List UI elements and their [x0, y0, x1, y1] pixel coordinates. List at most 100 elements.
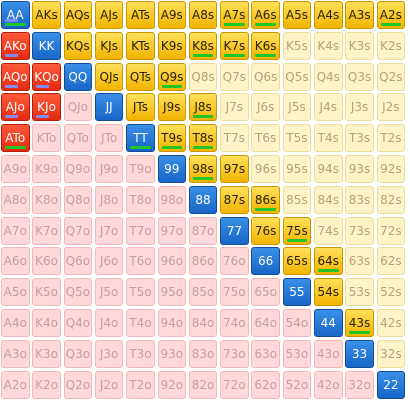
hand-cell-K9s[interactable]: K9s	[157, 31, 186, 60]
hand-cell-K8s[interactable]: K8s	[188, 31, 218, 60]
hand-cell-A3o[interactable]: A3o	[1, 339, 30, 368]
hand-cell-J5o[interactable]: J5o	[94, 278, 124, 307]
hand-cell-96o[interactable]: 96o	[157, 247, 186, 276]
hand-cell-KJo[interactable]: KJo	[32, 93, 61, 122]
hand-cell-JJ[interactable]: JJ	[94, 93, 124, 122]
hand-cell-88[interactable]: 88	[188, 185, 218, 214]
hand-cell-95o[interactable]: 95o	[157, 278, 186, 307]
hand-cell-Q6o[interactable]: Q6o	[63, 247, 93, 276]
hand-cell-K5s[interactable]: K5s	[282, 31, 312, 60]
hand-cell-42s[interactable]: 42s	[376, 309, 406, 337]
hand-cell-92o[interactable]: 92o	[157, 370, 186, 399]
hand-cell-T6o[interactable]: T6o	[126, 247, 155, 276]
hand-cell-J3s[interactable]: J3s	[345, 93, 374, 122]
hand-cell-62o[interactable]: 62o	[251, 370, 280, 399]
hand-cell-43o[interactable]: 43o	[314, 339, 343, 368]
hand-cell-Q2s[interactable]: Q2s	[376, 62, 406, 91]
hand-cell-T2s[interactable]: T2s	[376, 124, 406, 153]
hand-cell-62s[interactable]: 62s	[376, 247, 406, 276]
hand-cell-T8o[interactable]: T8o	[126, 185, 155, 214]
hand-cell-T4o[interactable]: T4o	[126, 309, 155, 337]
hand-cell-Q9s[interactable]: Q9s	[157, 62, 186, 91]
hand-cell-KJs[interactable]: KJs	[94, 31, 124, 60]
hand-cell-82o[interactable]: 82o	[188, 370, 218, 399]
hand-cell-J6s[interactable]: J6s	[251, 93, 280, 122]
hand-cell-72s[interactable]: 72s	[376, 216, 406, 245]
hand-cell-J6o[interactable]: J6o	[94, 247, 124, 276]
hand-cell-76o[interactable]: 76o	[220, 247, 249, 276]
hand-cell-A9s[interactable]: A9s	[157, 1, 186, 29]
hand-cell-95s[interactable]: 95s	[282, 155, 312, 183]
hand-cell-74s[interactable]: 74s	[314, 216, 343, 245]
hand-cell-A6o[interactable]: A6o	[1, 247, 30, 276]
hand-cell-AKo[interactable]: AKo	[1, 31, 30, 60]
hand-cell-Q8o[interactable]: Q8o	[63, 185, 93, 214]
hand-cell-65o[interactable]: 65o	[251, 278, 280, 307]
hand-cell-Q8s[interactable]: Q8s	[188, 62, 218, 91]
hand-cell-J9s[interactable]: J9s	[157, 93, 186, 122]
hand-cell-87o[interactable]: 87o	[188, 216, 218, 245]
hand-cell-QTs[interactable]: QTs	[126, 62, 155, 91]
hand-cell-33[interactable]: 33	[345, 339, 374, 368]
hand-cell-84o[interactable]: 84o	[188, 309, 218, 337]
hand-cell-QQ[interactable]: QQ	[63, 62, 93, 91]
hand-cell-KK[interactable]: KK	[32, 31, 61, 60]
hand-cell-Q5s[interactable]: Q5s	[282, 62, 312, 91]
hand-cell-86s[interactable]: 86s	[251, 185, 280, 214]
hand-cell-J8s[interactable]: J8s	[188, 93, 218, 122]
hand-cell-A4o[interactable]: A4o	[1, 309, 30, 337]
hand-cell-T9o[interactable]: T9o	[126, 155, 155, 183]
hand-cell-Q3s[interactable]: Q3s	[345, 62, 374, 91]
hand-cell-KTo[interactable]: KTo	[32, 124, 61, 153]
hand-cell-K5o[interactable]: K5o	[32, 278, 61, 307]
hand-cell-T9s[interactable]: T9s	[157, 124, 186, 153]
hand-cell-Q9o[interactable]: Q9o	[63, 155, 93, 183]
hand-cell-84s[interactable]: 84s	[314, 185, 343, 214]
hand-cell-K6o[interactable]: K6o	[32, 247, 61, 276]
hand-cell-98o[interactable]: 98o	[157, 185, 186, 214]
hand-cell-AQs[interactable]: AQs	[63, 1, 93, 29]
hand-cell-32o[interactable]: 32o	[345, 370, 374, 399]
hand-cell-K4s[interactable]: K4s	[314, 31, 343, 60]
hand-cell-93s[interactable]: 93s	[345, 155, 374, 183]
hand-cell-AJo[interactable]: AJo	[1, 93, 30, 122]
hand-cell-A4s[interactable]: A4s	[314, 1, 343, 29]
hand-cell-T3o[interactable]: T3o	[126, 339, 155, 368]
hand-cell-75s[interactable]: 75s	[282, 216, 312, 245]
hand-cell-K3o[interactable]: K3o	[32, 339, 61, 368]
hand-cell-83o[interactable]: 83o	[188, 339, 218, 368]
hand-cell-K3s[interactable]: K3s	[345, 31, 374, 60]
hand-cell-TT[interactable]: TT	[126, 124, 155, 153]
hand-cell-52o[interactable]: 52o	[282, 370, 312, 399]
hand-cell-63o[interactable]: 63o	[251, 339, 280, 368]
hand-cell-A8s[interactable]: A8s	[188, 1, 218, 29]
hand-cell-Q7o[interactable]: Q7o	[63, 216, 93, 245]
hand-cell-Q3o[interactable]: Q3o	[63, 339, 93, 368]
hand-cell-A5o[interactable]: A5o	[1, 278, 30, 307]
hand-cell-K2o[interactable]: K2o	[32, 370, 61, 399]
hand-cell-T2o[interactable]: T2o	[126, 370, 155, 399]
hand-cell-54o[interactable]: 54o	[282, 309, 312, 337]
hand-cell-97o[interactable]: 97o	[157, 216, 186, 245]
hand-cell-94s[interactable]: 94s	[314, 155, 343, 183]
hand-cell-83s[interactable]: 83s	[345, 185, 374, 214]
hand-cell-A2o[interactable]: A2o	[1, 370, 30, 399]
hand-cell-64o[interactable]: 64o	[251, 309, 280, 337]
hand-cell-63s[interactable]: 63s	[345, 247, 374, 276]
hand-cell-K4o[interactable]: K4o	[32, 309, 61, 337]
hand-cell-T8s[interactable]: T8s	[188, 124, 218, 153]
hand-cell-J4s[interactable]: J4s	[314, 93, 343, 122]
hand-cell-ATo[interactable]: ATo	[1, 124, 30, 153]
hand-cell-87s[interactable]: 87s	[220, 185, 249, 214]
hand-cell-53s[interactable]: 53s	[345, 278, 374, 307]
hand-cell-J9o[interactable]: J9o	[94, 155, 124, 183]
hand-cell-K7s[interactable]: K7s	[220, 31, 249, 60]
hand-cell-K9o[interactable]: K9o	[32, 155, 61, 183]
hand-cell-K7o[interactable]: K7o	[32, 216, 61, 245]
hand-cell-72o[interactable]: 72o	[220, 370, 249, 399]
hand-cell-A8o[interactable]: A8o	[1, 185, 30, 214]
hand-cell-94o[interactable]: 94o	[157, 309, 186, 337]
hand-cell-J7o[interactable]: J7o	[94, 216, 124, 245]
hand-cell-55[interactable]: 55	[282, 278, 312, 307]
hand-cell-T7o[interactable]: T7o	[126, 216, 155, 245]
